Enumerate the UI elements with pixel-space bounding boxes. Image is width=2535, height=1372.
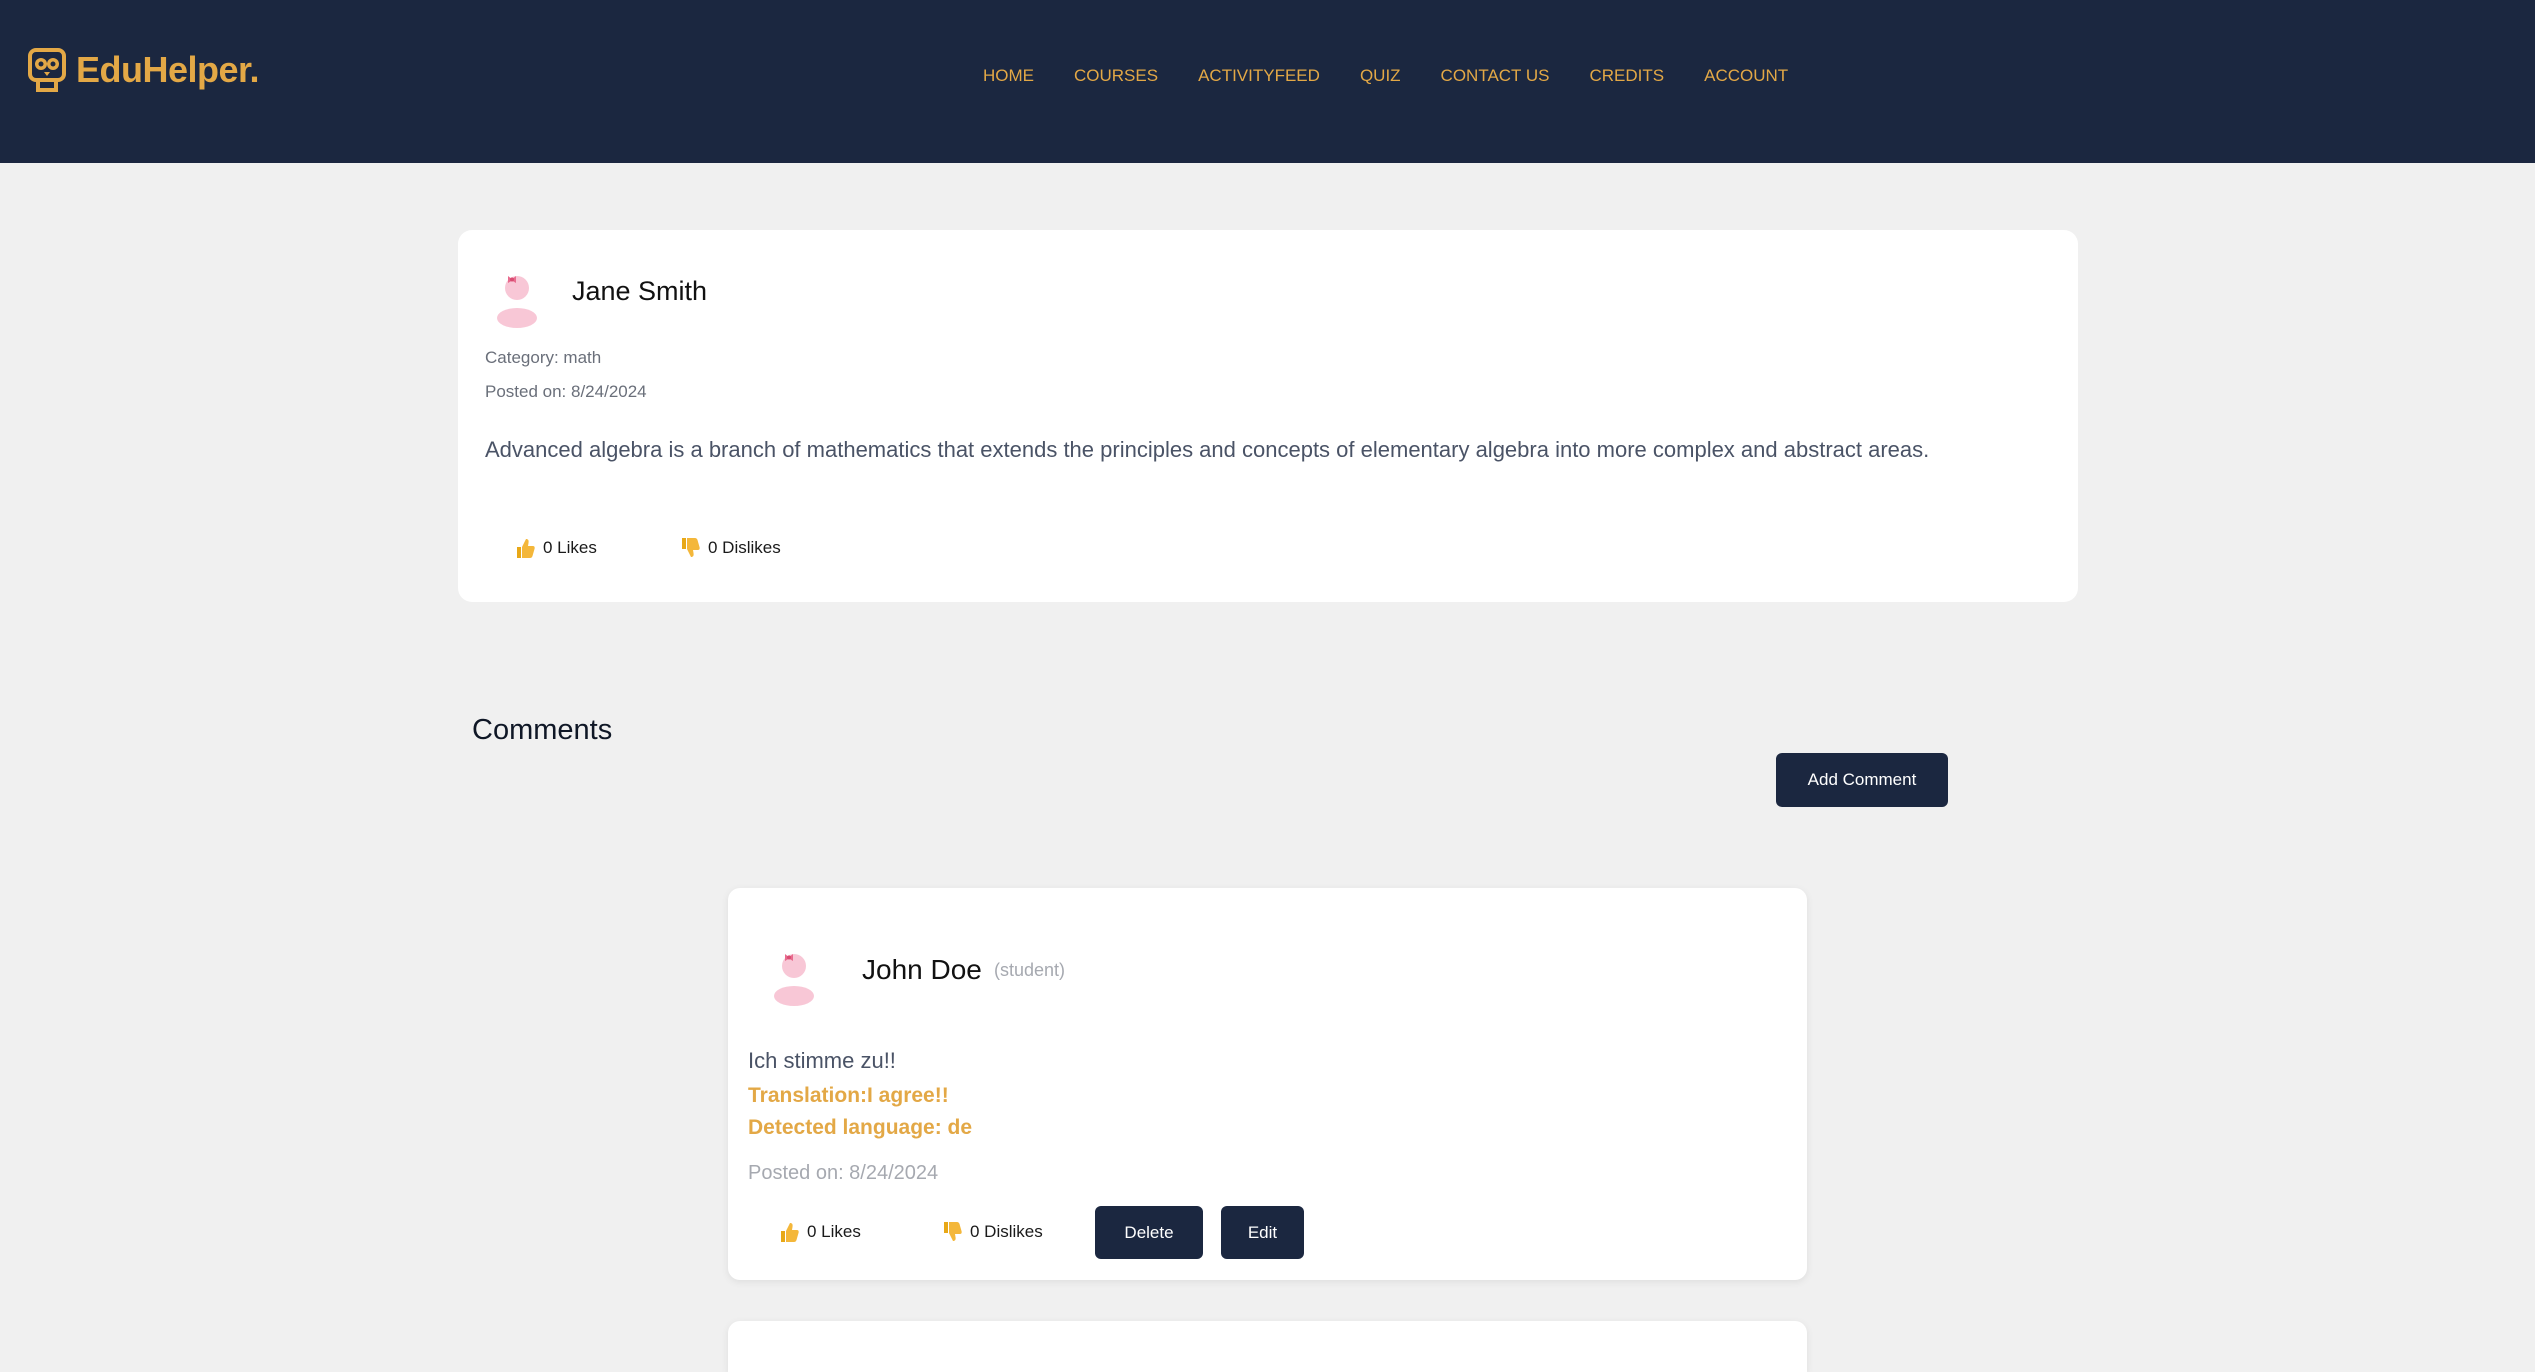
comment-dislike-count: 0 Dislikes <box>970 1222 1043 1241</box>
nav-credits[interactable]: CREDITS <box>1589 66 1664 86</box>
comment-like-count: 0 Likes <box>807 1222 861 1241</box>
owl-logo-icon <box>28 48 66 92</box>
post-author-name[interactable]: Jane Smith <box>572 276 707 307</box>
post-like-count: 0 Likes <box>543 538 597 557</box>
brand-name: EduHelper. <box>76 49 260 90</box>
post-dislike-count: 0 Dislikes <box>708 538 781 557</box>
nav-home[interactable]: HOME <box>983 66 1034 86</box>
thumbs-down-icon <box>944 1222 962 1241</box>
post-date: Posted on: 8/24/2024 <box>485 382 647 401</box>
user-avatar-icon <box>497 276 537 328</box>
thumbs-up-icon <box>517 539 535 558</box>
comment-text: Ich stimme zu!! <box>748 1048 896 1073</box>
nav-courses[interactable]: COURSES <box>1074 66 1158 86</box>
comment-author-role: (student) <box>994 960 1066 980</box>
add-comment-button[interactable]: Add Comment <box>1776 753 1948 807</box>
thumbs-up-icon <box>781 1223 799 1242</box>
top-navbar: EduHelper. HOME COURSES ACTIVITYFEED QUI… <box>0 0 2535 163</box>
comment-like-button[interactable]: 0 Likes <box>779 1221 861 1243</box>
brand-logo[interactable]: EduHelper. <box>28 48 260 92</box>
comment-author-name[interactable]: John Doe <box>862 954 982 986</box>
post-category: Category: math <box>485 348 602 367</box>
edit-comment-button[interactable]: Edit <box>1221 1206 1304 1259</box>
thumbs-down-icon <box>682 538 700 557</box>
delete-comment-button[interactable]: Delete <box>1095 1206 1203 1259</box>
comments-heading: Comments <box>472 714 613 746</box>
nav-contact-us[interactable]: CONTACT US <box>1441 66 1550 86</box>
post-like-button[interactable]: 0 Likes <box>515 537 597 559</box>
comment-translation: Translation:I agree!! <box>748 1084 949 1107</box>
comment-detected-language: Detected language: de <box>748 1116 973 1139</box>
nav-activityfeed[interactable]: ACTIVITYFEED <box>1198 66 1320 86</box>
nav-quiz[interactable]: QUIZ <box>1360 66 1401 86</box>
commenter-avatar-icon <box>774 954 814 1006</box>
comment-card <box>728 1321 1807 1372</box>
nav-account[interactable]: ACCOUNT <box>1704 66 1788 86</box>
main-nav: HOME COURSES ACTIVITYFEED QUIZ CONTACT U… <box>983 66 1828 86</box>
post-dislike-button[interactable]: 0 Dislikes <box>680 537 781 559</box>
comment-date: Posted on: 8/24/2024 <box>748 1162 939 1184</box>
post-body: Advanced algebra is a branch of mathemat… <box>485 437 1930 462</box>
comment-dislike-button[interactable]: 0 Dislikes <box>942 1221 1043 1243</box>
